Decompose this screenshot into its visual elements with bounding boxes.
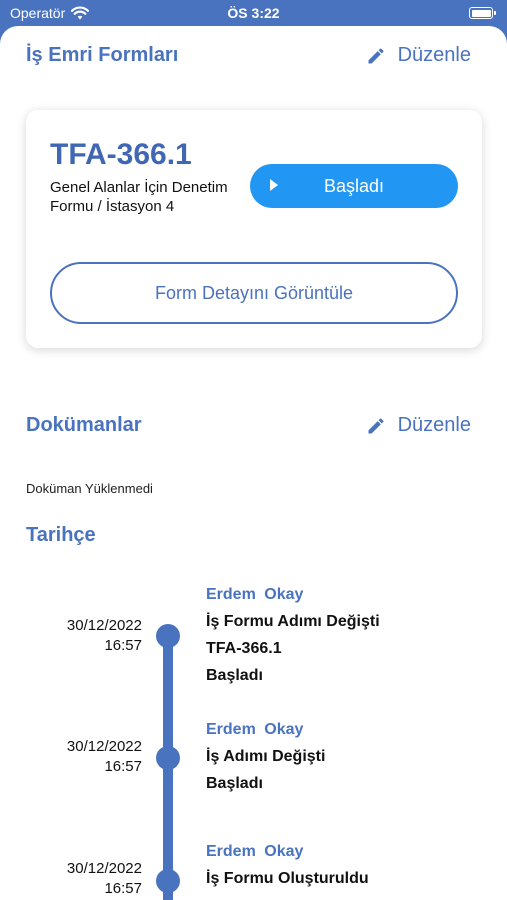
- status-time: ÖS 3:22: [227, 5, 280, 21]
- timeline-user: Erdem Okay: [206, 843, 304, 860]
- timeline-dot: [156, 869, 180, 893]
- form-card: TFA-366.1 Genel Alanlar İçin Denetim For…: [26, 110, 482, 348]
- main-sheet: İş Emri Formları Düzenle TFA-366.1 Genel…: [0, 26, 507, 900]
- pencil-icon: [368, 47, 384, 63]
- form-description: Genel Alanlar İçin Denetim Formu / İstas…: [50, 179, 228, 215]
- timeline-datetime: 30/12/2022 16:57: [20, 859, 142, 899]
- timeline-lines: İş Formu Oluşturuldu: [206, 865, 369, 892]
- timeline-time: 16:57: [104, 758, 142, 775]
- timeline-lines: İş Adımı Değişti Başladı: [206, 743, 325, 797]
- page-title: İş Emri Formları: [26, 44, 179, 66]
- timeline-line-text: Başladı: [206, 775, 263, 792]
- timeline-dot: [156, 746, 180, 770]
- timeline-date: 30/12/2022: [66, 860, 142, 877]
- status-button[interactable]: Başladı: [250, 164, 458, 208]
- timeline-line-text: Başladı: [206, 667, 263, 684]
- edit-documents-button[interactable]: Düzenle: [366, 414, 471, 437]
- timeline-line-text: TFA-366.1: [206, 640, 282, 657]
- timeline-user: Erdem Okay: [206, 721, 304, 738]
- timeline-dot: [156, 624, 180, 648]
- timeline-line-text: İş Formu Oluşturuldu: [206, 870, 369, 887]
- edit-forms-label: Düzenle: [397, 44, 471, 66]
- edit-forms-button[interactable]: Düzenle: [366, 44, 471, 67]
- pencil-icon: [368, 417, 384, 433]
- history-title: Tarihçe: [26, 524, 96, 546]
- timeline-time: 16:57: [104, 880, 142, 897]
- documents-empty-text: Doküman Yüklenmedi: [26, 481, 153, 496]
- timeline-datetime: 30/12/2022 16:57: [20, 737, 142, 777]
- timeline-time: 16:57: [104, 637, 142, 654]
- edit-documents-label: Düzenle: [397, 414, 471, 436]
- timeline-date: 30/12/2022: [66, 617, 142, 634]
- timeline-date: 30/12/2022: [66, 738, 142, 755]
- status-bar: Operatör ÖS 3:22: [0, 0, 507, 28]
- timeline-line-text: İş Formu Adımı Değişti: [206, 613, 380, 630]
- timeline-datetime: 30/12/2022 16:57: [20, 616, 142, 656]
- form-code: TFA-366.1: [50, 138, 192, 171]
- view-form-detail-button[interactable]: Form Detayını Görüntüle: [50, 262, 458, 324]
- timeline-line-text: İş Adımı Değişti: [206, 748, 326, 765]
- status-button-label: Başladı: [323, 176, 385, 196]
- documents-title: Dokümanlar: [26, 414, 142, 436]
- timeline-user: Erdem Okay: [206, 586, 304, 603]
- timeline-lines: İş Formu Adımı Değişti TFA-366.1 Başladı: [206, 608, 380, 689]
- battery-icon: [469, 7, 496, 19]
